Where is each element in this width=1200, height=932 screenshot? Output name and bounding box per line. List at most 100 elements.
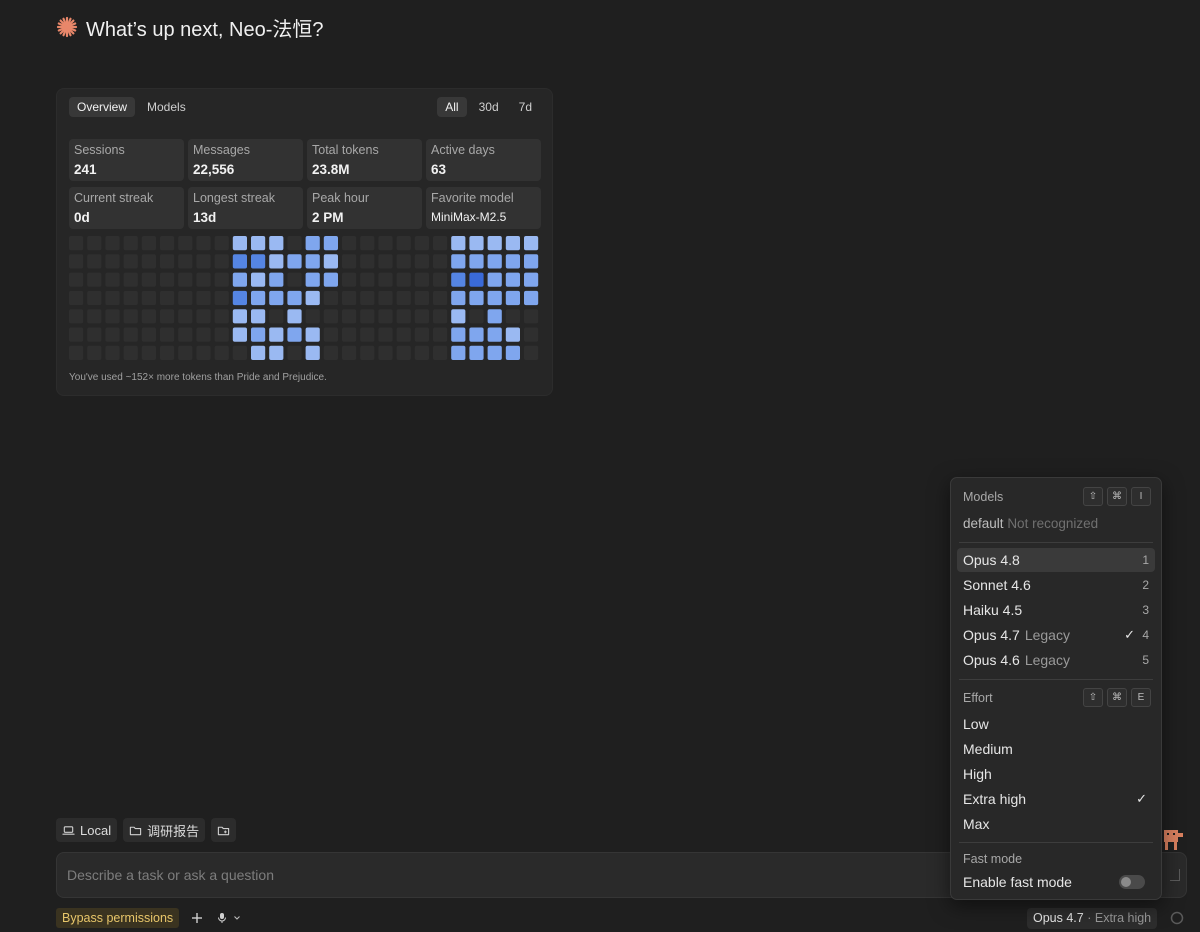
stat-label: Current streak [74,191,154,205]
heatmap-cell [305,254,320,269]
range-30d[interactable]: 30d [471,97,507,117]
tab-overview[interactable]: Overview [69,97,136,117]
heatmap-cell [305,272,320,287]
heatmap-cell [378,236,393,251]
heatmap-cell [360,345,375,360]
model-option-haiku-4-5[interactable]: Haiku 4.5 3 [957,598,1155,622]
heatmap-cell [469,345,484,360]
heatmap-cell [196,345,211,360]
range-7d[interactable]: 7d [511,97,540,117]
heatmap-cell [251,309,266,324]
heatmap-cell [342,345,357,360]
heatmap-cell [287,327,302,342]
fast-mode-toggle[interactable] [1119,875,1145,889]
heatmap-cell [141,236,156,251]
heatmap-cell [232,327,247,342]
stat-favorite-model: Favorite model MiniMax-M2.5 [426,187,541,229]
effort-option-medium[interactable]: Medium [957,737,1155,761]
divider [959,842,1153,843]
heatmap-cell [433,345,448,360]
heatmap-cell [123,345,138,360]
check-icon: ✓ [1136,791,1147,806]
range-all[interactable]: All [437,97,467,117]
stat-peak-hour: Peak hour 2 PM [307,187,422,229]
key-i: I [1131,487,1151,506]
heatmap-cell [196,272,211,287]
heatmap-cell [214,254,229,269]
greeting-text: What’s up next, Neo-法恒? [86,18,324,41]
microphone-button[interactable] [215,910,243,926]
current-model-name: Opus 4.7 [1033,911,1084,925]
stats-tabs: Overview Models [69,97,194,117]
heatmap-cell [232,272,247,287]
heatmap-cell [433,290,448,306]
stat-grid: Sessions 241 Messages 22,556 Total token… [69,139,541,229]
heatmap-cell [360,254,375,269]
effort-option-low[interactable]: Low [957,712,1155,736]
heatmap-cell [378,345,393,360]
add-button[interactable] [189,910,205,926]
context-usage-ring-icon[interactable] [1170,911,1184,925]
heatmap-cell [141,309,156,324]
heatmap-cell [378,272,393,287]
local-chip[interactable]: Local [56,818,118,842]
model-option-opus-4-6[interactable]: Opus 4.6 Legacy 5 [957,648,1155,672]
heatmap-cell [524,309,539,324]
range-tabs: All 30d 7d [437,97,540,117]
fast-mode-row[interactable]: Enable fast mode [957,870,1155,894]
heatmap-cell [524,272,539,287]
heatmap-cell [178,345,193,360]
heatmap-cell [378,254,393,269]
bypass-permissions-button[interactable]: Bypass permissions [56,908,180,928]
tab-models[interactable]: Models [139,97,194,117]
greeting: What’s up next, Neo-法恒? [56,12,324,42]
heatmap-cell [232,345,247,360]
model-option-opus-4-7[interactable]: Opus 4.7 Legacy ✓ 4 [957,623,1155,647]
shortcut-number: 3 [1142,603,1149,617]
heatmap-cell [87,254,102,269]
heatmap-cell [105,327,120,342]
heatmap-cell [251,254,266,269]
heatmap-cell [269,345,284,360]
check-icon: ✓ [1124,627,1135,642]
heatmap-cell [196,309,211,324]
heatmap-cell [214,345,229,360]
task-input[interactable] [57,853,937,897]
folder-chip[interactable]: 调研报告 [123,818,206,842]
effort-option-extra-high[interactable]: Extra high ✓ [957,787,1155,811]
enter-icon[interactable] [1170,869,1180,881]
add-folder-button[interactable] [211,818,237,842]
heatmap-cell [87,345,102,360]
model-effort-selector[interactable]: Opus 4.7 · Extra high [1027,908,1158,929]
heatmap-cell [123,236,138,251]
heatmap-cell [342,236,357,251]
shortcut-number: 4 [1142,628,1149,642]
heatmap-cell [487,309,502,324]
effort-option-max[interactable]: Max [957,812,1155,836]
shortcut-number: 5 [1142,653,1149,667]
heatmap-cell [123,309,138,324]
heatmap-cell [360,236,375,251]
stat-value: 23.8M [312,162,350,177]
heatmap-cell [251,345,266,360]
heatmap-cell [214,272,229,287]
heatmap-cell [360,309,375,324]
fast-mode-label: Enable fast mode [963,874,1072,890]
heatmap-cell [69,290,84,306]
fast-mode-header: Fast mode [963,852,1023,866]
heatmap-cell [396,254,411,269]
model-option-opus-4-8[interactable]: Opus 4.8 1 [957,548,1155,572]
folder-icon [129,826,142,835]
stat-label: Sessions [74,143,125,157]
model-option-sonnet-4-6[interactable]: Sonnet 4.6 2 [957,573,1155,597]
folder-plus-icon [217,826,230,835]
heatmap-cell [160,236,175,251]
heatmap-cell [196,236,211,251]
effort-name: Extra high [963,791,1027,807]
default-status: Not recognized [1007,516,1099,531]
heatmap-cell [251,327,266,342]
effort-option-high[interactable]: High [957,762,1155,786]
laptop-icon [62,825,75,835]
heatmap-cell [287,272,302,287]
heatmap-cell [487,290,502,306]
